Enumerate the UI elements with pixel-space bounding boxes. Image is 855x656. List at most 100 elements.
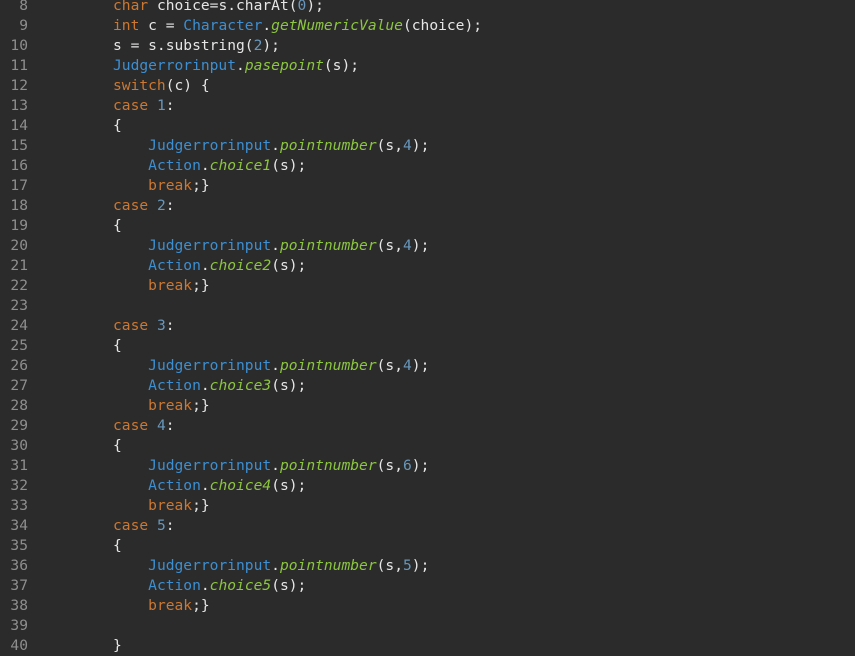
code-line[interactable]: 39 (0, 616, 855, 636)
code-line[interactable]: 21 Action.choice2(s); (0, 256, 855, 276)
line-number: 33 (10, 497, 28, 514)
code-text[interactable]: Judgerrorinput.pointnumber(s,4); (113, 236, 429, 256)
code-token: (s); (323, 57, 360, 74)
code-text[interactable]: break;} (113, 276, 210, 296)
line-number: 25 (10, 337, 28, 354)
code-token: . (271, 237, 280, 254)
code-text[interactable]: { (113, 436, 122, 456)
line-number: 11 (10, 57, 28, 74)
code-text[interactable]: Action.choice2(s); (113, 256, 306, 276)
code-token: 1 (156, 97, 166, 114)
code-line[interactable]: 33 break;} (0, 496, 855, 516)
code-line[interactable]: 30 { (0, 436, 855, 456)
code-text[interactable]: break;} (113, 496, 210, 516)
line-number: 38 (10, 597, 28, 614)
code-token: break (148, 397, 193, 414)
code-text[interactable]: break;} (113, 596, 210, 616)
code-line[interactable]: 32 Action.choice4(s); (0, 476, 855, 496)
code-line[interactable]: 36 Judgerrorinput.pointnumber(s,5); (0, 556, 855, 576)
code-line[interactable]: 40} (0, 636, 855, 656)
code-token: { (113, 117, 122, 134)
code-text[interactable]: int c = Character.getNumericValue(choice… (113, 16, 482, 36)
code-line[interactable]: 22 break;} (0, 276, 855, 296)
code-text[interactable]: } (113, 636, 122, 656)
line-number: 28 (10, 397, 28, 414)
code-line[interactable]: 26 Judgerrorinput.pointnumber(s,4); (0, 356, 855, 376)
code-line[interactable]: 29 case 4: (0, 416, 855, 436)
code-text[interactable]: Action.choice3(s); (113, 376, 306, 396)
code-text[interactable]: char choice=s.charAt(0); (113, 0, 324, 16)
code-line[interactable]: 16 Action.choice1(s); (0, 156, 855, 176)
code-text[interactable]: switch(c) { (113, 76, 210, 96)
code-token: case (113, 517, 149, 534)
code-text[interactable]: { (113, 336, 122, 356)
code-line[interactable]: 25 { (0, 336, 855, 356)
code-line[interactable]: 34 case 5: (0, 516, 855, 536)
code-line[interactable]: 17 break;} (0, 176, 855, 196)
code-line[interactable]: 27 Action.choice3(s); (0, 376, 855, 396)
code-token: (c) { (165, 77, 210, 94)
code-line[interactable]: 31 Judgerrorinput.pointnumber(s,6); (0, 456, 855, 476)
code-token: pointnumber (279, 557, 377, 574)
code-line[interactable]: 14 { (0, 116, 855, 136)
code-token: (s, (376, 137, 403, 154)
code-text[interactable]: case 1: (113, 96, 175, 116)
code-token: 4 (156, 417, 166, 434)
code-text[interactable]: Judgerrorinput.pasepoint(s); (113, 56, 359, 76)
code-token: : (165, 517, 175, 534)
code-line[interactable]: 37 Action.choice5(s); (0, 576, 855, 596)
code-text[interactable]: case 5: (113, 516, 175, 536)
code-line[interactable]: 10 s = s.substring(2); (0, 36, 855, 56)
code-text[interactable]: case 2: (113, 196, 175, 216)
code-line[interactable]: 24 case 3: (0, 316, 855, 336)
code-text[interactable]: break;} (113, 176, 210, 196)
code-text[interactable]: { (113, 216, 122, 236)
code-line[interactable]: 18 case 2: (0, 196, 855, 216)
code-token: ); (411, 237, 430, 254)
code-token: ;} (192, 497, 210, 514)
code-line[interactable]: 19 { (0, 216, 855, 236)
code-token: 3 (156, 317, 166, 334)
code-text[interactable]: case 3: (113, 316, 175, 336)
line-number: 18 (10, 197, 28, 214)
code-line[interactable]: 28 break;} (0, 396, 855, 416)
code-text[interactable]: Action.choice4(s); (113, 476, 306, 496)
code-token: { (113, 537, 122, 554)
code-token: ); (411, 457, 430, 474)
code-text[interactable]: case 4: (113, 416, 175, 436)
code-line[interactable]: 8 char choice=s.charAt(0); (0, 0, 855, 16)
code-line[interactable]: 35 { (0, 536, 855, 556)
code-token: . (271, 557, 280, 574)
code-text[interactable]: Action.choice1(s); (113, 156, 306, 176)
code-text[interactable]: Judgerrorinput.pointnumber(s,4); (113, 356, 429, 376)
code-token: choice2 (209, 257, 272, 274)
code-line[interactable]: 20 Judgerrorinput.pointnumber(s,4); (0, 236, 855, 256)
line-number: 10 (10, 37, 28, 54)
code-token: : (165, 417, 175, 434)
code-token: 4 (402, 357, 412, 374)
code-line[interactable]: 12 switch(c) { (0, 76, 855, 96)
code-text[interactable]: s = s.substring(2); (113, 36, 280, 56)
code-line[interactable]: 11 Judgerrorinput.pasepoint(s); (0, 56, 855, 76)
code-text[interactable]: Judgerrorinput.pointnumber(s,6); (113, 456, 429, 476)
code-text[interactable]: { (113, 116, 122, 136)
code-text[interactable]: Judgerrorinput.pointnumber(s,5); (113, 556, 429, 576)
code-editor[interactable]: 8 char choice=s.charAt(0); 9 int c = Charac… (0, 0, 855, 656)
code-token: 5 (402, 557, 412, 574)
code-text[interactable]: break;} (113, 396, 210, 416)
code-line[interactable]: 38 break;} (0, 596, 855, 616)
code-token: Judgerrorinput (148, 237, 272, 254)
code-text[interactable]: { (113, 536, 122, 556)
code-text[interactable]: Judgerrorinput.pointnumber(s,4); (113, 136, 429, 156)
code-token: (choice); (402, 17, 483, 34)
code-line[interactable]: 13 case 1: (0, 96, 855, 116)
code-line[interactable]: 23 (0, 296, 855, 316)
code-line[interactable]: 15 Judgerrorinput.pointnumber(s,4); (0, 136, 855, 156)
code-line[interactable]: 9 int c = Character.getNumericValue(choic… (0, 16, 855, 36)
code-text[interactable]: Action.choice5(s); (113, 576, 306, 596)
